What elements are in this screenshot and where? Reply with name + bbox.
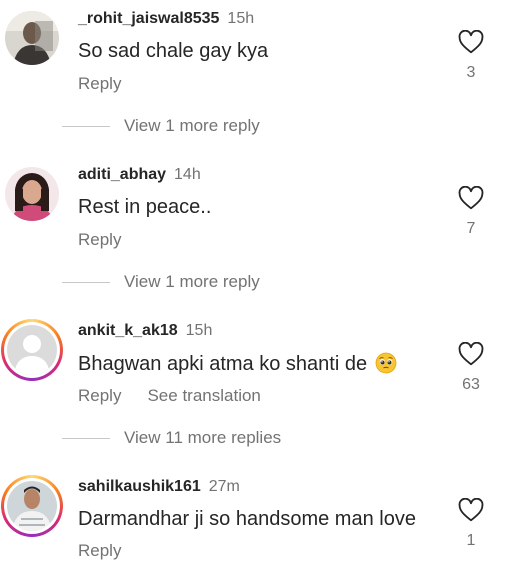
view-more-replies-button[interactable]: View 1 more reply: [62, 272, 260, 292]
avatar: [7, 325, 57, 375]
avatar-story-ring[interactable]: [1, 319, 63, 381]
like-count: 1: [466, 532, 476, 549]
like-count: 63: [462, 376, 480, 393]
view-more-replies-button[interactable]: View 11 more replies: [62, 428, 281, 448]
view-more-label: View 1 more reply: [124, 272, 260, 291]
heart-outline-icon[interactable]: [458, 342, 484, 366]
view-more-label: View 11 more replies: [124, 428, 282, 447]
avatar: [7, 481, 57, 531]
comment-meta: aditi_abhay 14h: [78, 166, 201, 184]
avatar-story-ring[interactable]: [1, 475, 63, 537]
see-translation-button[interactable]: See translation: [147, 386, 260, 405]
heart-outline-icon[interactable]: [458, 30, 484, 54]
username[interactable]: sahilkaushik161: [78, 478, 201, 495]
timestamp: 14h: [174, 166, 201, 183]
comment-text: Bhagwan apki atma ko shanti de: [78, 352, 397, 376]
comment-text: So sad chale gay kya: [78, 40, 269, 62]
timestamp: 15h: [227, 10, 255, 27]
avatar[interactable]: [5, 167, 59, 221]
like-control: 1: [456, 498, 486, 550]
reply-button[interactable]: Reply: [78, 230, 121, 249]
comment-actions: Reply: [78, 541, 147, 561]
divider-line: [62, 126, 110, 128]
view-more-label: View 1 more reply: [124, 116, 260, 135]
reply-button[interactable]: Reply: [78, 74, 121, 93]
heart-outline-icon[interactable]: [458, 186, 484, 210]
reply-button[interactable]: Reply: [78, 541, 121, 560]
reply-button[interactable]: Reply: [78, 386, 121, 405]
comment-meta: ankit_k_ak18 15h: [78, 322, 212, 340]
comment-actions: Reply: [78, 74, 147, 94]
divider-line: [62, 282, 110, 284]
comment-meta: sahilkaushik161 27m: [78, 478, 240, 496]
comment-text: Rest in peace..: [78, 196, 212, 218]
divider-line: [62, 438, 110, 440]
pleading-face-emoji: [375, 352, 397, 374]
timestamp: 27m: [208, 478, 240, 495]
username[interactable]: ankit_k_ak18: [78, 322, 178, 339]
like-control: 7: [456, 186, 486, 238]
comment-actions: Reply See translation: [78, 386, 287, 406]
like-count: 3: [466, 64, 476, 81]
username[interactable]: _rohit_jaiswal8535: [78, 10, 219, 27]
avatar[interactable]: [5, 11, 59, 65]
like-control: 63: [456, 342, 486, 394]
timestamp: 15h: [185, 322, 213, 339]
comment-text-body: Bhagwan apki atma ko shanti de: [78, 353, 368, 375]
view-more-replies-button[interactable]: View 1 more reply: [62, 116, 260, 136]
heart-outline-icon[interactable]: [458, 498, 484, 522]
comment-actions: Reply: [78, 230, 147, 250]
comment-text: Darmandhar ji so handsome man love: [78, 508, 416, 530]
like-count: 7: [466, 220, 476, 237]
comment-meta: _rohit_jaiswal8535 15h: [78, 10, 254, 28]
username[interactable]: aditi_abhay: [78, 166, 166, 183]
like-control: 3: [456, 30, 486, 82]
